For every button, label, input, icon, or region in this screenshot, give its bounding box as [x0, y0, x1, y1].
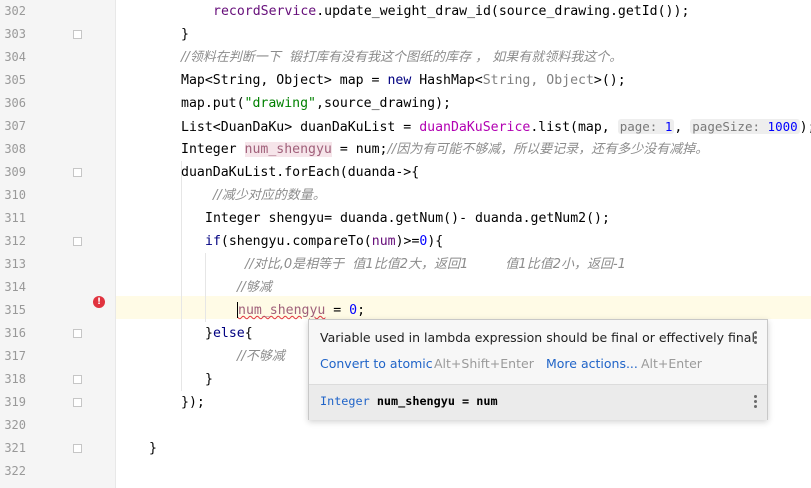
- token-keyword: if: [205, 234, 221, 249]
- code-line-314-comment[interactable]: //够减: [237, 276, 272, 299]
- fold-marker-icon[interactable]: [73, 398, 82, 407]
- token-number: 0: [349, 303, 358, 318]
- line-number: 310: [4, 188, 26, 202]
- token-text: ,source_drawing);: [316, 96, 451, 111]
- convert-to-atomic-action[interactable]: Convert to atomic: [320, 356, 433, 371]
- code-line-317-comment[interactable]: //不够减: [237, 345, 285, 368]
- code-line-310-comment[interactable]: //减少对应的数量。: [213, 184, 326, 207]
- indent-guide: [205, 253, 206, 322]
- param-hint-page: page: 1: [617, 119, 675, 134]
- code-line-316[interactable]: }else{: [205, 322, 253, 345]
- token-text: .update_weight_draw_id(source_drawing.ge…: [316, 4, 690, 19]
- line-number: 305: [4, 73, 26, 87]
- token-text: }: [205, 326, 213, 341]
- token-text: {: [244, 326, 253, 341]
- line-number: 315: [4, 303, 26, 317]
- more-options-icon[interactable]: [754, 331, 758, 346]
- line-number: 312: [4, 234, 26, 248]
- more-actions-link[interactable]: More actions...: [546, 356, 638, 371]
- token-param: num: [371, 234, 396, 249]
- token-string: "drawing": [244, 96, 316, 111]
- line-number: 321: [4, 441, 26, 455]
- token-generic: String, Object: [482, 73, 594, 88]
- param-hint-pagesize: pageSize: 1000: [690, 119, 800, 134]
- declaration-text: num_shengyu = num: [376, 394, 498, 408]
- token-comment: //因为有可能不够减，所以要记录，还有多少没有减掉。: [387, 142, 709, 157]
- convert-to-atomic-shortcut: Alt+Shift+Enter: [434, 356, 534, 371]
- line-number: 316: [4, 326, 26, 340]
- code-line-302[interactable]: recordService.update_weight_draw_id(sour…: [213, 0, 689, 23]
- code-line-313-comment[interactable]: //对比,0是相等于 值1比值2大，返回1 值1比值2小，返回-1: [245, 253, 626, 276]
- line-number: 314: [4, 280, 26, 294]
- token-text: =: [325, 303, 350, 318]
- popup-message: Variable used in lambda expression shoul…: [320, 330, 755, 345]
- line-number: 308: [4, 142, 26, 156]
- code-line-307[interactable]: List<DuanDaKu> duanDaKuList = duanDaKuSe…: [181, 115, 811, 138]
- fold-marker-icon[interactable]: [73, 30, 82, 39]
- token-text: = num;: [331, 142, 388, 157]
- line-number: 319: [4, 395, 26, 409]
- code-line-306[interactable]: map.put("drawing",source_drawing);: [181, 92, 451, 115]
- fold-marker-icon[interactable]: [73, 444, 82, 453]
- code-line-319[interactable]: });: [181, 391, 205, 414]
- line-number: 320: [4, 418, 26, 432]
- popup-footer: Integer num_shengyu = num: [309, 384, 767, 420]
- fold-marker-icon[interactable]: [73, 375, 82, 384]
- token-text: map.put(: [181, 96, 245, 111]
- code-line-312[interactable]: if(shengyu.compareTo(num)>=0){: [205, 230, 443, 253]
- code-line-318[interactable]: }: [205, 368, 213, 391]
- error-marker-icon[interactable]: !: [93, 296, 105, 308]
- footer-more-options-icon[interactable]: [754, 395, 758, 410]
- line-number: 302: [4, 4, 26, 18]
- token-text: Integer: [181, 142, 245, 157]
- line-number: 307: [4, 119, 26, 133]
- declaration-preview: Integer num_shengyu = num: [320, 394, 498, 408]
- token-text: (shengyu.compareTo(: [220, 234, 372, 249]
- code-line-305[interactable]: Map<String, Object> map = new HashMap<St…: [181, 69, 626, 92]
- code-line-304-comment[interactable]: //领料在判断一下 锻打库有没有我这个图纸的库存 ， 如果有就领料我这个。: [181, 46, 622, 69]
- line-number: 313: [4, 257, 26, 271]
- indent-guide: [181, 161, 182, 391]
- line-number: 306: [4, 96, 26, 110]
- line-number: 318: [4, 372, 26, 386]
- more-actions-shortcut: Alt+Enter: [641, 356, 702, 371]
- token-service: duanDaKuSerice: [419, 120, 531, 135]
- line-number: 303: [4, 27, 26, 41]
- code-line-321[interactable]: }: [149, 437, 157, 460]
- token-text: List<DuanDaKu> duanDaKuList =: [181, 120, 420, 135]
- code-line-308[interactable]: Integer num_shengyu = num;//因为有可能不够减，所以要…: [181, 138, 708, 161]
- line-number: 311: [4, 211, 26, 225]
- fold-marker-icon[interactable]: [73, 168, 82, 177]
- token-variable-error[interactable]: num_shengyu: [238, 303, 325, 318]
- token-field: recordService: [213, 4, 317, 19]
- current-line-highlight: [116, 296, 811, 319]
- token-variable-highlight: num_shengyu: [244, 142, 332, 157]
- token-text: ){: [427, 234, 444, 249]
- token-text: ;: [357, 303, 366, 318]
- fold-marker-icon[interactable]: [73, 237, 82, 246]
- code-line-311[interactable]: Integer shengyu= duanda.getNum()- duanda…: [205, 207, 610, 230]
- line-number: 309: [4, 165, 26, 179]
- token-text: )>=: [395, 234, 420, 249]
- code-line-309[interactable]: duanDaKuList.forEach(duanda->{: [181, 161, 419, 184]
- line-number: 317: [4, 349, 26, 363]
- token-text: HashMap<: [411, 73, 483, 88]
- line-number: 322: [4, 464, 26, 478]
- gutter-border: [115, 0, 116, 488]
- inspection-popup: Variable used in lambda expression shoul…: [308, 319, 768, 420]
- token-keyword: new: [387, 73, 412, 88]
- token-text: .list(map,: [530, 120, 618, 135]
- token-text: >();: [593, 73, 626, 88]
- code-line-303[interactable]: }: [181, 23, 189, 46]
- token-keyword: else: [212, 326, 245, 341]
- token-text: ,: [674, 120, 691, 135]
- token-text: Map<String, Object> map =: [181, 73, 388, 88]
- fold-marker-icon[interactable]: [73, 329, 82, 338]
- declaration-type: Integer: [320, 394, 370, 408]
- line-number: 304: [4, 50, 26, 64]
- token-text: );: [799, 120, 811, 135]
